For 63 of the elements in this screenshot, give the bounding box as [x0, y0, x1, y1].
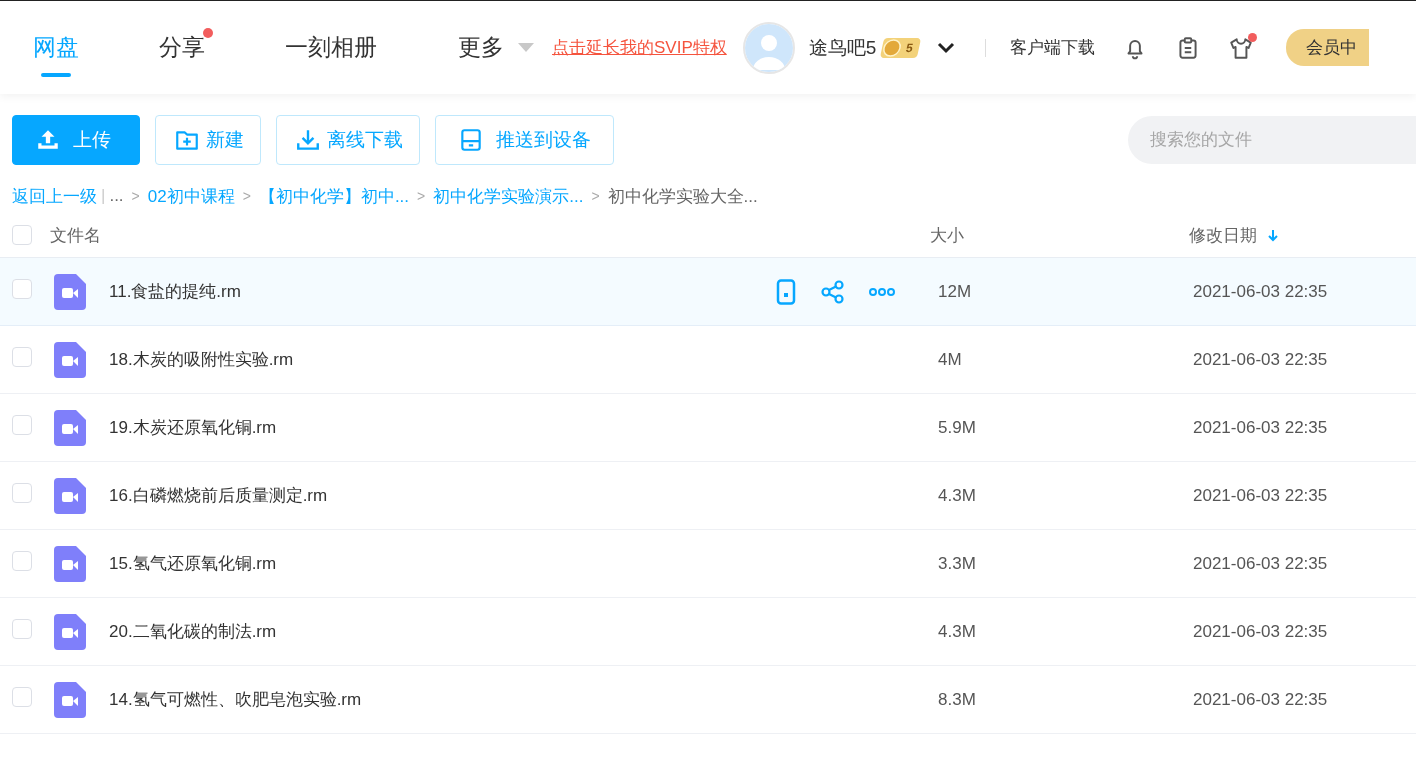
file-name[interactable]: 19.木炭还原氧化铜.rm — [109, 416, 775, 439]
breadcrumb-item: 初中化学实验大全... — [607, 185, 758, 208]
video-file-icon — [54, 477, 86, 514]
file-name[interactable]: 18.木炭的吸附性实验.rm — [109, 348, 775, 371]
client-download-link[interactable]: 客户端下载 — [1010, 36, 1095, 59]
video-file-icon — [54, 545, 86, 582]
file-name[interactable]: 14.氢气可燃性、吹肥皂泡实验.rm — [109, 688, 775, 711]
video-file-icon — [54, 341, 86, 378]
breadcrumb-separator: > — [242, 188, 251, 204]
phone-icon[interactable] — [775, 278, 797, 305]
column-header[interactable]: 修改日期 — [1189, 223, 1257, 247]
file-size: 3.3M — [938, 553, 977, 574]
search-field[interactable]: 搜索您的文件 — [1128, 116, 1416, 164]
vip-badge: 5 — [880, 37, 922, 58]
video-file-icon — [54, 681, 86, 718]
device-icon — [458, 127, 484, 153]
checkbox[interactable] — [12, 279, 32, 299]
checkbox[interactable] — [12, 619, 32, 639]
caret-icon[interactable] — [518, 43, 534, 52]
modified-date: 2021-06-03 22:35 — [1193, 553, 1328, 574]
sort-arrow-icon[interactable] — [1267, 228, 1279, 242]
breadcrumb-item: ... — [109, 186, 124, 206]
checkbox[interactable] — [12, 687, 32, 707]
file-size: 4M — [938, 349, 963, 370]
file-size: 12M — [938, 281, 973, 302]
modified-date: 2021-06-03 22:35 — [1193, 621, 1328, 642]
modified-date: 2021-06-03 22:35 — [1193, 485, 1328, 506]
breadcrumb-separator: > — [591, 188, 600, 204]
video-file-icon — [54, 409, 86, 446]
checkbox[interactable] — [12, 225, 32, 245]
file-name[interactable]: 16.白磷燃烧前后质量测定.rm — [109, 484, 775, 507]
column-header[interactable]: 大小 — [930, 223, 964, 247]
checkbox[interactable] — [12, 551, 32, 571]
checkbox[interactable] — [12, 483, 32, 503]
breadcrumb-separator: > — [131, 188, 140, 204]
file-name[interactable]: 15.氢气还原氧化铜.rm — [109, 552, 775, 575]
file-size: 5.9M — [938, 417, 977, 438]
breadcrumb-separator: > — [417, 188, 426, 204]
modified-date: 2021-06-03 22:35 — [1193, 281, 1328, 302]
member-button[interactable]: 会员中 — [1286, 29, 1369, 66]
file-size: 4.3M — [938, 621, 977, 642]
checkbox[interactable] — [12, 415, 32, 435]
nav-tab[interactable]: 分享 — [159, 18, 205, 77]
column-header[interactable]: 文件名 — [50, 223, 101, 247]
video-file-icon — [54, 613, 86, 650]
share-icon[interactable] — [821, 279, 845, 304]
modified-date: 2021-06-03 22:35 — [1193, 349, 1328, 370]
highlighted-row[interactable]: 11.食盐的提纯.rm 12M 2021-06-03 22:35 — [0, 258, 1416, 326]
more-icon[interactable] — [869, 287, 895, 296]
chevron-down-icon[interactable] — [937, 41, 955, 54]
file-name[interactable]: 20.二氧化碳的制法.rm — [109, 620, 775, 643]
divider: | — [101, 186, 106, 206]
modified-date: 2021-06-03 22:35 — [1193, 689, 1328, 710]
video-file-icon — [54, 273, 86, 310]
user-name[interactable]: 途鸟吧5 — [808, 34, 877, 61]
nav-tab[interactable]: 一刻相册 — [285, 18, 377, 77]
checkbox[interactable] — [12, 347, 32, 367]
download-icon — [295, 127, 321, 153]
file-size: 8.3M — [938, 689, 977, 710]
nav-tab[interactable]: 更多 — [458, 18, 504, 77]
file-size: 4.3M — [938, 485, 977, 506]
modified-date: 2021-06-03 22:35 — [1193, 417, 1328, 438]
file-name[interactable]: 11.食盐的提纯.rm — [109, 280, 775, 303]
